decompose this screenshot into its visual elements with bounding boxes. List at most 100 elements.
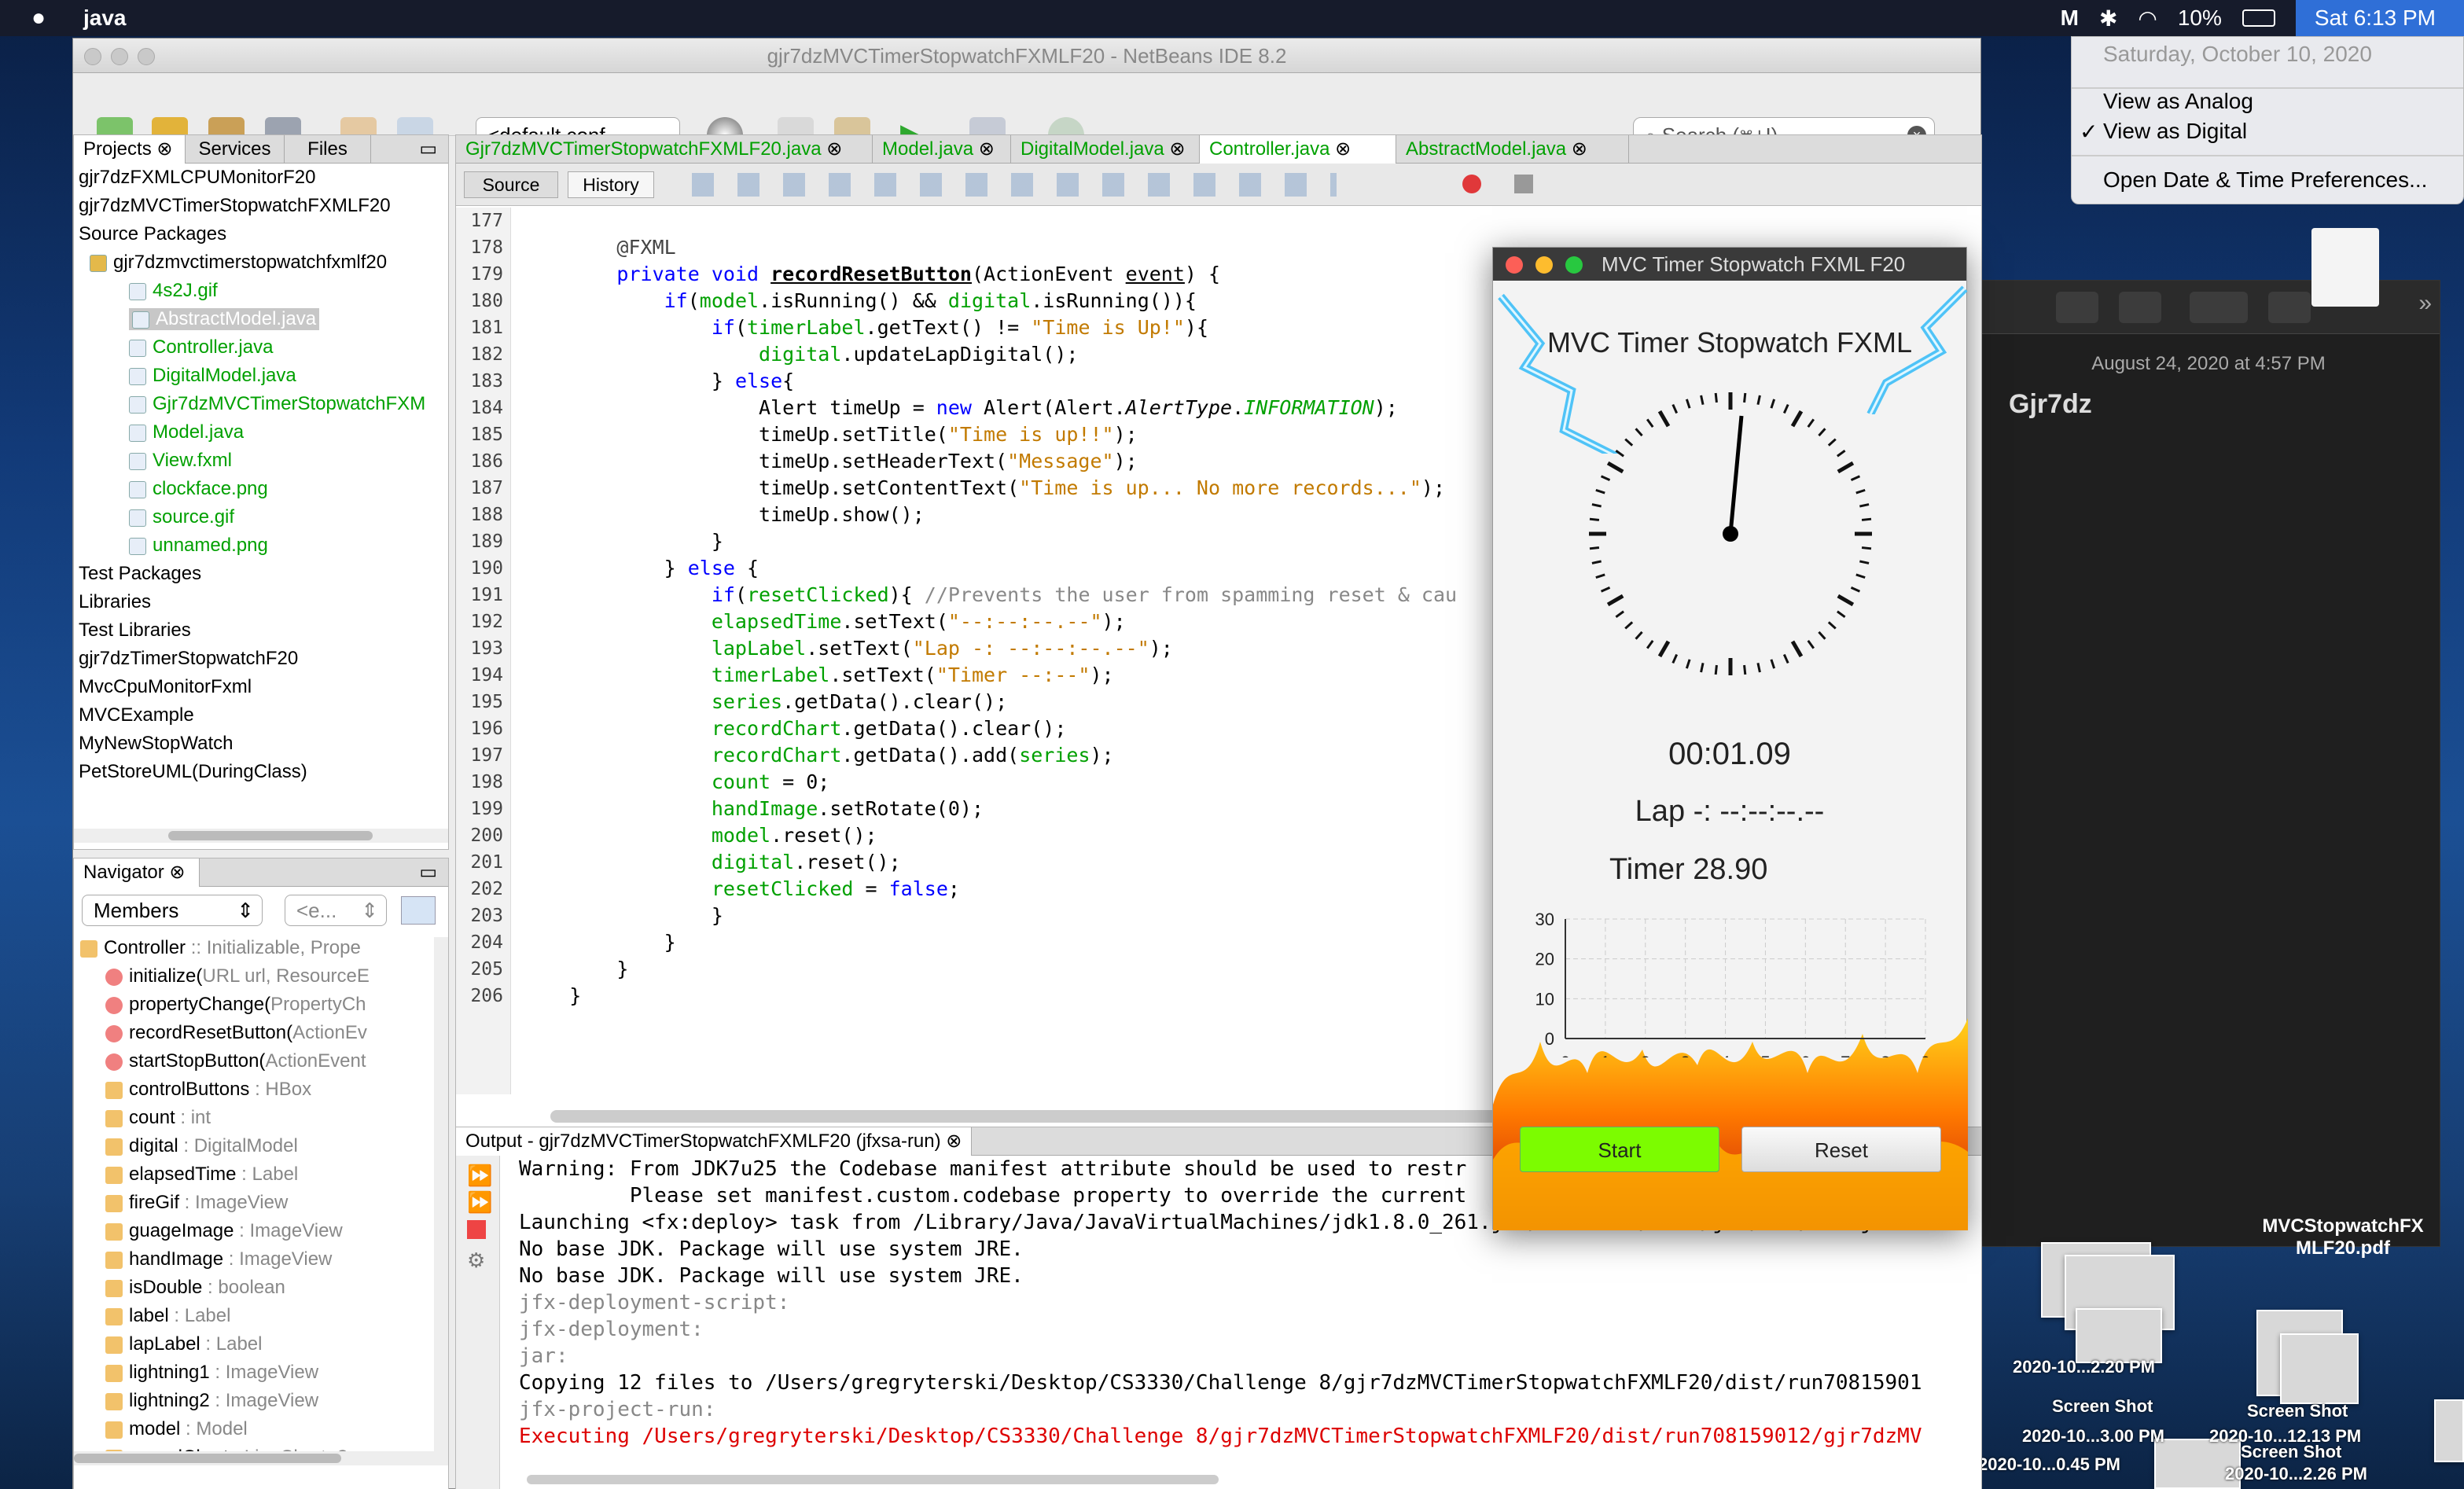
editor-tools-icons[interactable] [692,173,1337,197]
navigator-member[interactable]: fireGif : ImageView [105,1192,288,1214]
navigator-member[interactable]: model : Model [105,1418,248,1440]
project-tree-item[interactable]: PetStoreUML(DuringClass) [79,761,307,783]
rerun-with-params-icon[interactable]: ⏩ [467,1190,492,1215]
project-tree-item[interactable]: Libraries [79,591,151,613]
screenshot-label[interactable]: 2020-10...3.00 PM [2022,1426,2164,1447]
trash-icon[interactable] [2056,292,2098,323]
navigator-member[interactable]: handImage : ImageView [105,1248,332,1270]
navigator-member[interactable]: Controller :: Initializable, Prope [80,937,361,959]
close-tab-icon[interactable]: ⊗ [156,138,172,160]
screenshot-label[interactable]: 2020-10...0.45 PM [1978,1454,2120,1475]
record-macro-icon[interactable] [1462,175,1481,193]
tab-services[interactable]: Services [186,135,285,164]
project-tree-item[interactable]: MvcCpuMonitorFxml [79,676,252,698]
minimize-panel-icon[interactable]: ▭ [419,858,437,887]
code-line[interactable]: timeUp.setContentText("Time is up... No … [522,475,1445,502]
stop-icon[interactable] [467,1220,486,1239]
navigator-member[interactable]: guageImage : ImageView [105,1220,343,1242]
lock-icon[interactable] [2190,292,2248,323]
navigator-member[interactable]: lapLabel : Label [105,1333,262,1355]
output-horizontal-scrollbar[interactable] [527,1475,1219,1484]
navigator-options-icon[interactable] [401,896,436,925]
screenshot-label[interactable]: 2020-10...2.20 PM [2013,1357,2155,1377]
editor-tab[interactable]: Gjr7dzMVCTimerStopwatchFXMLF20.java ⊗ [456,135,873,164]
close-window-button[interactable] [84,48,101,65]
code-line[interactable]: elapsedTime.setText("--:--:--.--"); [522,608,1126,635]
code-line[interactable]: recordChart.getData().clear(); [522,715,1067,742]
code-line[interactable]: recordChart.getData().add(series); [522,742,1114,769]
code-line[interactable]: count = 0; [522,769,830,796]
battery-icon[interactable] [2242,9,2275,27]
navigator-member[interactable]: propertyChange(PropertyCh [105,994,366,1016]
code-line[interactable]: if(model.isRunning() && digital.isRunnin… [522,288,1197,314]
code-line[interactable]: } [522,956,628,983]
code-line[interactable]: timerLabel.setText("Timer --:--"); [522,662,1114,689]
app-menu[interactable]: java [83,6,127,31]
code-line[interactable]: @FXML [522,234,675,261]
navigator-member[interactable]: initialize(URL url, ResourceE [105,965,370,987]
close-window-button[interactable] [1506,256,1523,274]
close-tab-icon[interactable]: ⊗ [169,862,185,883]
project-tree-item[interactable]: gjr7dzFXMLCPUMonitorF20 [79,167,315,189]
screenshot-label[interactable]: Screen Shot [2052,1396,2153,1417]
project-tree-item[interactable]: AbstractModel.java [129,308,320,330]
close-tab-icon[interactable]: ⊗ [1329,138,1351,160]
editor-tab[interactable]: DigitalModel.java ⊗ [1011,135,1200,164]
note-title[interactable]: Gjr7dz [2009,389,2092,420]
code-line[interactable]: model.reset(); [522,822,877,849]
code-line[interactable]: lapLabel.setText("Lap -: --:--:--.--"); [522,635,1173,662]
wifi-icon[interactable]: ◠ [2138,6,2157,31]
code-line[interactable]: if(timerLabel.getText() != "Time is Up!"… [522,314,1208,341]
code-line[interactable]: digital.updateLapDigital(); [522,341,1078,368]
navigator-member[interactable]: elapsedTime : Label [105,1164,298,1186]
rerun-icon[interactable]: ⏩ [467,1164,492,1188]
code-line[interactable]: timeUp.setHeaderText("Message"); [522,448,1138,475]
project-tree-item[interactable]: Source Packages [79,223,226,245]
menu-item-view-analog[interactable]: View as Analog [2103,89,2253,114]
source-tab[interactable]: Source [464,171,558,198]
screenshot-label[interactable]: Screen Shot [2241,1442,2341,1462]
code-line[interactable]: } [522,903,723,929]
code-line[interactable]: resetClicked = false; [522,876,960,903]
tab-files[interactable]: Files [285,135,371,164]
minimize-window-button[interactable] [1535,256,1553,274]
project-tree-item[interactable]: MVCExample [79,704,194,726]
screenshot-thumb[interactable] [2076,1308,2162,1363]
project-tree-item[interactable]: Test Packages [79,563,201,585]
tab-navigator[interactable]: Navigator ⊗ [74,858,200,887]
project-tree-item[interactable]: unnamed.png [129,535,268,557]
chevron-right-icon[interactable]: » [2418,290,2432,317]
close-tab-icon[interactable]: ⊗ [946,1131,962,1152]
code-line[interactable]: handImage.setRotate(0); [522,796,984,822]
project-tree-item[interactable]: gjr7dzMVCTimerStopwatchFXMLF20 [79,195,391,217]
project-tree-item[interactable]: Model.java [129,421,244,443]
close-tab-icon[interactable]: ⊗ [822,138,842,160]
start-button[interactable]: Start [1520,1127,1719,1172]
navigator-member[interactable]: label : Label [105,1305,230,1327]
menubar-clock[interactable]: Sat 6:13 PM [2295,0,2464,36]
code-line[interactable]: series.getData().clear(); [522,689,1007,715]
project-tree-item[interactable]: Gjr7dzMVCTimerStopwatchFXM [129,393,425,415]
code-line[interactable]: } else { [522,555,759,582]
reset-button[interactable]: Reset [1741,1127,1941,1172]
screenshot-label[interactable]: Screen Shot [2247,1401,2348,1421]
navigator-member[interactable]: lightning2 : ImageView [105,1390,318,1412]
navigator-member[interactable]: count : int [105,1107,211,1129]
navigator-member[interactable]: controlButtons : HBox [105,1079,311,1101]
history-tab[interactable]: History [568,171,654,198]
project-tree-item[interactable]: DigitalModel.java [129,365,296,387]
code-line[interactable]: private void recordResetButton(ActionEve… [522,261,1220,288]
horizontal-scrollbar[interactable] [74,1451,448,1465]
close-tab-icon[interactable]: ⊗ [1164,138,1185,160]
zoom-window-button[interactable] [1565,256,1583,274]
project-tree-item[interactable]: View.fxml [129,450,232,472]
editor-tab[interactable]: Model.java ⊗ [873,135,1011,164]
members-select[interactable]: Members ⇕ [82,895,263,926]
code-line[interactable]: } else{ [522,368,794,395]
project-tree-item[interactable]: Test Libraries [79,619,191,642]
project-tree-item[interactable]: 4s2J.gif [129,280,218,302]
project-tree-item[interactable]: Controller.java [129,336,273,358]
menu-item-date-preferences[interactable]: Open Date & Time Preferences... [2103,167,2427,193]
project-tree-item[interactable]: clockface.png [129,478,268,500]
code-line[interactable]: timeUp.setTitle("Time is up!!"); [522,421,1138,448]
